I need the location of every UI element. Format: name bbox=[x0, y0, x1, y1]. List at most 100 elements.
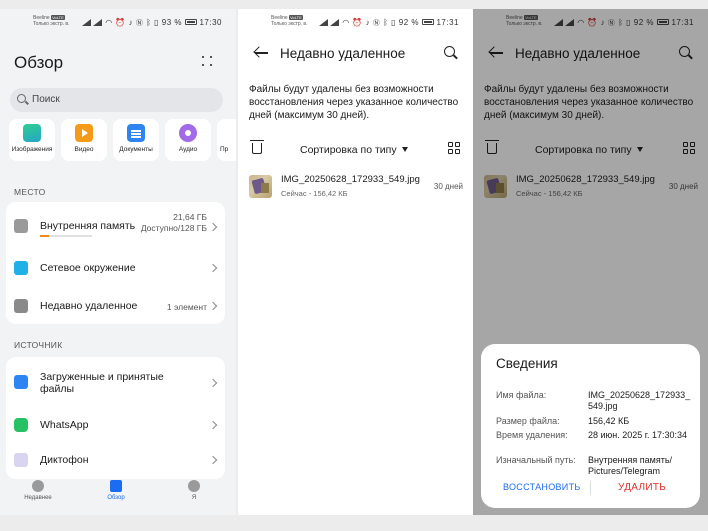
category-label: Пр bbox=[220, 146, 229, 153]
back-arrow-icon[interactable] bbox=[254, 47, 268, 59]
nav-me[interactable]: Я bbox=[164, 480, 224, 501]
recently-deleted-row[interactable]: Недавно удаленное 1 элемент bbox=[6, 288, 225, 324]
file-size-key: Размер файла: bbox=[496, 416, 560, 426]
carrier-info: Beeline VoLTE Только экстр. в. bbox=[271, 15, 307, 27]
storage-used: 21,64 ГБ bbox=[173, 212, 207, 222]
image-icon bbox=[23, 124, 41, 142]
category-label: Видео bbox=[74, 146, 94, 153]
vibrate-icon: ▯ bbox=[391, 18, 397, 27]
audio-icon bbox=[179, 124, 197, 142]
wifi-icon: ◠ bbox=[105, 18, 113, 27]
bell-icon: ♪ bbox=[365, 18, 371, 27]
section-header-place: МЕСТО bbox=[14, 187, 46, 197]
button-divider bbox=[590, 481, 591, 495]
battery-percent: 93 % bbox=[161, 18, 182, 27]
file-meta: Сейчас - 156,42 КБ bbox=[281, 189, 348, 198]
nav-overview[interactable]: Обзор bbox=[86, 480, 146, 501]
signal-icon bbox=[318, 19, 328, 26]
battery-icon bbox=[184, 19, 197, 25]
bell-icon: ♪ bbox=[128, 18, 134, 27]
overview-screen: Beeline VoLTE Только экстр. в. ◠ ⏰ ♪ Ⓝ ᛒ… bbox=[0, 9, 236, 515]
network-label: Сетевое окружение bbox=[40, 262, 136, 274]
chevron-right-icon bbox=[208, 301, 218, 311]
clock-icon bbox=[32, 480, 44, 492]
category-video[interactable]: Видео bbox=[61, 119, 107, 161]
volte-badge: VoLTE bbox=[289, 15, 303, 20]
internal-storage-label: Внутренняя память bbox=[40, 220, 136, 232]
retention-description: Файлы будут удалены без возможности восс… bbox=[249, 84, 459, 121]
status-icons: ◠ ⏰ ♪ Ⓝ ᛒ ▯ 92 % 17:31 bbox=[318, 18, 459, 28]
downloads-row[interactable]: Загруженные и принятые файлы bbox=[6, 357, 225, 407]
more-options-icon[interactable] bbox=[202, 56, 212, 68]
chevron-right-icon bbox=[208, 263, 218, 273]
category-audio[interactable]: Аудио bbox=[165, 119, 211, 161]
file-name: IMG_20250628_172933_549.jpg bbox=[281, 174, 420, 185]
category-images[interactable]: Изображения bbox=[9, 119, 55, 161]
original-path-key: Изначальный путь: bbox=[496, 455, 576, 465]
wifi-icon: ◠ bbox=[342, 18, 350, 27]
download-icon bbox=[14, 375, 28, 389]
chevron-right-icon bbox=[208, 455, 218, 465]
downloads-label: Загруженные и принятые файлы bbox=[40, 371, 164, 395]
nav-recent[interactable]: Недавнее bbox=[8, 480, 68, 501]
video-icon bbox=[75, 124, 93, 142]
grid-view-icon[interactable] bbox=[448, 142, 461, 155]
status-bar: Beeline VoLTE Только экстр. в. ◠ ⏰ ♪ Ⓝ ᛒ… bbox=[238, 9, 473, 35]
signal-icon bbox=[81, 19, 91, 26]
carrier-note: Только экстр. в. bbox=[33, 21, 70, 27]
category-documents[interactable]: Документы bbox=[113, 119, 159, 161]
days-remaining: 30 дней bbox=[433, 182, 463, 191]
signal-icon bbox=[330, 19, 340, 26]
file-size-value: 156,42 КБ bbox=[588, 416, 630, 426]
category-more[interactable]: Пр bbox=[217, 119, 236, 161]
recorder-row[interactable]: Диктофон bbox=[6, 445, 225, 479]
internal-storage-row[interactable]: Внутренняя память 21,64 ГБ Доступно/128 … bbox=[6, 202, 225, 246]
network-icon bbox=[14, 261, 28, 275]
chevron-right-icon bbox=[208, 420, 218, 430]
details-sheet: Сведения Имя файла: IMG_20250628_172933_… bbox=[481, 344, 700, 508]
recorder-icon bbox=[14, 453, 28, 467]
nav-label: Недавнее bbox=[24, 495, 52, 501]
chevron-right-icon bbox=[208, 378, 218, 388]
clock: 17:31 bbox=[436, 18, 459, 27]
battery-percent: 92 % bbox=[398, 18, 419, 27]
trash-icon[interactable] bbox=[250, 140, 264, 154]
whatsapp-row[interactable]: WhatsApp bbox=[6, 409, 225, 443]
page-title: Недавно удаленное bbox=[280, 46, 406, 61]
nav-label: Я bbox=[191, 495, 197, 501]
recently-deleted-count: 1 элемент bbox=[166, 302, 207, 312]
nfc-icon: Ⓝ bbox=[135, 20, 144, 27]
storage-summary: 21,64 ГБ Доступно/128 ГБ bbox=[137, 212, 207, 234]
deletion-time-value: 28 июн. 2025 г. 17:30:34 bbox=[588, 430, 687, 440]
deletion-time-key: Время удаления: bbox=[496, 430, 568, 440]
phone-storage-icon bbox=[14, 219, 28, 233]
delete-button[interactable]: УДАЛИТЬ bbox=[618, 482, 666, 493]
search-input[interactable]: Поиск bbox=[10, 88, 223, 112]
recently-deleted-label: Недавно удаленное bbox=[40, 300, 138, 312]
signal-icon bbox=[93, 19, 103, 26]
recently-deleted-screen: Beeline VoLTE Только экстр. в. ◠ ⏰ ♪ Ⓝ ᛒ… bbox=[238, 9, 473, 515]
details-screen: Beeline VoLTE Только экстр. в. ◠ ⏰ ♪ Ⓝ ᛒ… bbox=[473, 9, 708, 515]
sort-dropdown[interactable]: Сортировка по типу bbox=[300, 144, 408, 156]
search-icon[interactable] bbox=[444, 46, 455, 57]
network-row[interactable]: Сетевое окружение bbox=[6, 250, 225, 286]
source-card: Загруженные и принятые файлы WhatsApp Ди… bbox=[6, 357, 225, 479]
whatsapp-icon bbox=[14, 418, 28, 432]
category-label: Документы bbox=[119, 146, 153, 153]
sheet-title: Сведения bbox=[496, 356, 558, 371]
category-label: Аудио bbox=[178, 146, 198, 153]
trash-icon bbox=[14, 299, 28, 313]
folder-icon bbox=[110, 480, 122, 492]
search-icon bbox=[17, 94, 26, 103]
bottom-navigation: Недавнее Обзор Я bbox=[0, 475, 236, 515]
storage-progress-bar bbox=[40, 235, 92, 237]
restore-button[interactable]: ВОССТАНОВИТЬ bbox=[503, 482, 581, 492]
file-name-value: IMG_20250628_172933_549.jpg bbox=[588, 390, 691, 411]
chevron-right-icon bbox=[208, 222, 218, 232]
original-path-value: Внутренняя память/ Pictures/Telegram bbox=[588, 455, 673, 476]
search-placeholder: Поиск bbox=[32, 94, 60, 105]
status-icons: ◠ ⏰ ♪ Ⓝ ᛒ ▯ 93 % 17:30 bbox=[81, 18, 222, 28]
document-icon bbox=[127, 124, 145, 142]
category-label: Изображения bbox=[11, 146, 53, 153]
page-title: Обзор bbox=[14, 53, 64, 72]
